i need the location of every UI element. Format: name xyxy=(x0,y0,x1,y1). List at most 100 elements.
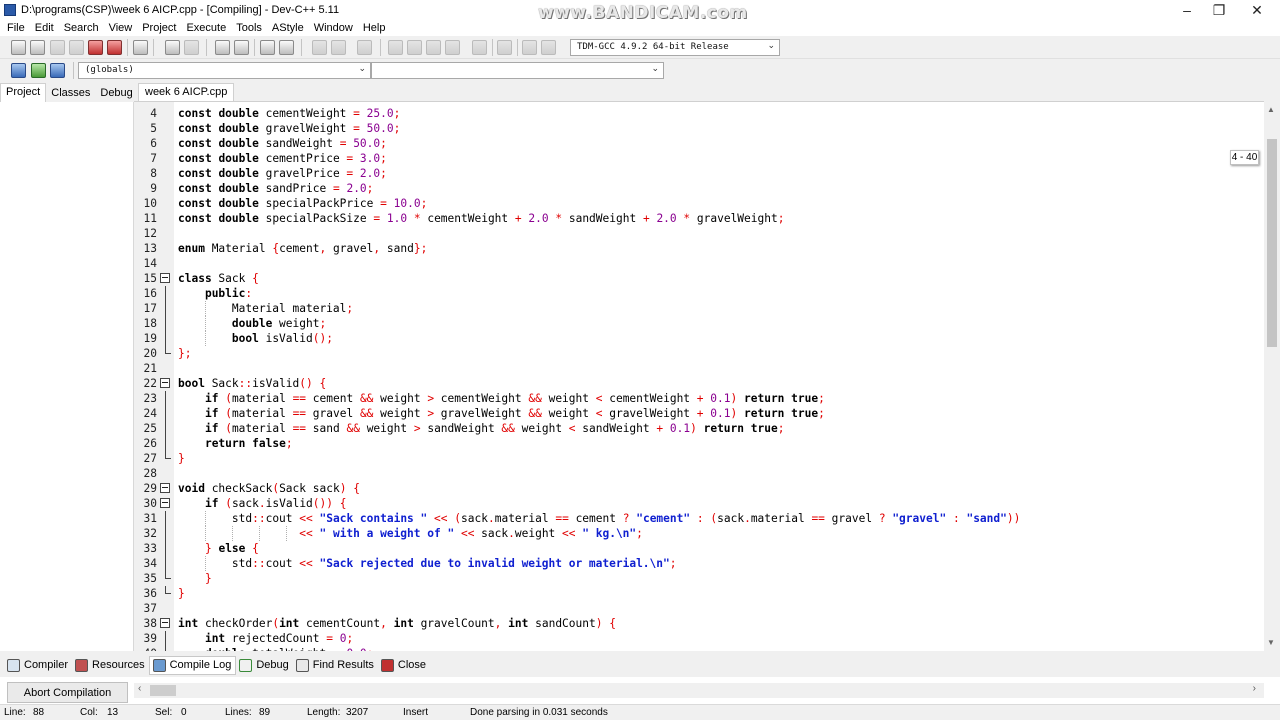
scroll-down-icon[interactable]: ▼ xyxy=(1267,638,1275,647)
menu-execute[interactable]: Execute xyxy=(181,22,231,34)
scroll-right-icon[interactable]: › xyxy=(1253,683,1256,694)
code-line[interactable]: 35 } xyxy=(134,571,1264,586)
tab-compiler[interactable]: Compiler xyxy=(4,656,72,675)
tab-debug[interactable]: Debug xyxy=(95,85,137,102)
code-line[interactable]: 12 xyxy=(134,226,1264,241)
code-line[interactable]: 34 std::cout << "Sack rejected due to in… xyxy=(134,556,1264,571)
open-file-icon[interactable] xyxy=(30,40,45,55)
code-line[interactable]: 14 xyxy=(134,256,1264,271)
code-line[interactable]: 17 Material material; xyxy=(134,301,1264,316)
code-line[interactable]: 5 const double gravelWeight = 50.0; xyxy=(134,121,1264,136)
code-line[interactable]: 33 } else { xyxy=(134,541,1264,556)
syntax-check-icon[interactable] xyxy=(472,40,487,55)
fold-toggle-icon[interactable] xyxy=(160,483,170,493)
tab-close[interactable]: Close xyxy=(378,656,430,675)
compile-run-icon[interactable] xyxy=(426,40,441,55)
menu-help[interactable]: Help xyxy=(358,22,391,34)
tab-debug-bottom[interactable]: Debug xyxy=(236,656,292,675)
debug-icon[interactable] xyxy=(522,40,537,55)
insert-icon[interactable] xyxy=(11,63,26,78)
code-line[interactable]: 31 std::cout << "Sack contains " << (sac… xyxy=(134,511,1264,526)
close-all-icon[interactable] xyxy=(107,40,122,55)
code-line[interactable]: 25 if (material == sand && weight > sand… xyxy=(134,421,1264,436)
horizontal-scroll-thumb[interactable] xyxy=(150,685,176,696)
code-line[interactable]: 20}; xyxy=(134,346,1264,361)
code-line[interactable]: 21 xyxy=(134,361,1264,376)
toggle-bookmark-icon[interactable] xyxy=(279,40,294,55)
code-line[interactable]: 11 const double specialPackSize = 1.0 * c… xyxy=(134,211,1264,226)
vertical-scroll-thumb[interactable] xyxy=(1267,139,1277,347)
code-line[interactable]: 22 bool Sack::isValid() { xyxy=(134,376,1264,391)
replace-icon[interactable] xyxy=(234,40,249,55)
code-line[interactable]: 24 if (material == gravel && weight > gr… xyxy=(134,406,1264,421)
code-line[interactable]: 30 if (sack.isValid()) { xyxy=(134,496,1264,511)
scroll-up-icon[interactable]: ▲ xyxy=(1267,105,1275,114)
add-to-project-icon[interactable] xyxy=(331,40,346,55)
code-line[interactable]: 32 << " with a weight of " << sack.weigh… xyxy=(134,526,1264,541)
menu-file[interactable]: File xyxy=(2,22,30,34)
fold-toggle-icon[interactable] xyxy=(160,498,170,508)
fold-toggle-icon[interactable] xyxy=(160,618,170,628)
goto-line-icon[interactable] xyxy=(260,40,275,55)
tab-resources[interactable]: Resources xyxy=(72,656,149,675)
tab-classes[interactable]: Classes xyxy=(46,85,95,102)
print-icon[interactable] xyxy=(133,40,148,55)
code-line[interactable]: 16 public: xyxy=(134,286,1264,301)
code-line[interactable]: 28 xyxy=(134,466,1264,481)
code-line[interactable]: 39 int rejectedCount = 0; xyxy=(134,631,1264,646)
code-line[interactable]: 26 return false; xyxy=(134,436,1264,451)
compiler-select[interactable]: TDM-GCC 4.9.2 64-bit Release ⌄ xyxy=(570,39,780,56)
code-line[interactable]: 23 if (material == cement && weight > ce… xyxy=(134,391,1264,406)
code-line[interactable]: 6 const double sandWeight = 50.0; xyxy=(134,136,1264,151)
find-icon[interactable] xyxy=(215,40,230,55)
profile-icon[interactable] xyxy=(541,40,556,55)
save-all-icon[interactable] xyxy=(69,40,84,55)
code-line[interactable]: 27} xyxy=(134,451,1264,466)
code-line[interactable]: 9 const double sandPrice = 2.0; xyxy=(134,181,1264,196)
tab-find-results[interactable]: Find Results xyxy=(293,656,378,675)
code-line[interactable]: 10 const double specialPackPrice = 10.0; xyxy=(134,196,1264,211)
code-line[interactable]: 40 double totalWeight = 0.0; xyxy=(134,646,1264,651)
code-line[interactable]: 19 bool isValid(); xyxy=(134,331,1264,346)
compile-icon[interactable] xyxy=(388,40,403,55)
close-file-icon[interactable] xyxy=(88,40,103,55)
tab-compile-log[interactable]: Compile Log xyxy=(148,655,237,675)
code-line[interactable]: 13 enum Material {cement, gravel, sand}; xyxy=(134,241,1264,256)
code-editor[interactable]: 4 const double cementWeight = 25.0; 5 const… xyxy=(134,101,1264,651)
code-line[interactable]: 8 const double gravelPrice = 2.0; xyxy=(134,166,1264,181)
bookmark-icon[interactable] xyxy=(50,63,65,78)
code-line[interactable]: 29 void checkSack(Sack sack) { xyxy=(134,481,1264,496)
goto-icon[interactable] xyxy=(31,63,46,78)
code-line[interactable]: 38 int checkOrder(int cementCount, int gr… xyxy=(134,616,1264,631)
vertical-scrollbar[interactable]: ▲ ▼ xyxy=(1264,101,1280,651)
undo-icon[interactable] xyxy=(165,40,180,55)
fold-toggle-icon[interactable] xyxy=(160,378,170,388)
code-line[interactable]: 4 const double cementWeight = 25.0; xyxy=(134,106,1264,121)
scope-select[interactable]: (globals) ⌄ xyxy=(78,62,371,79)
fold-toggle-icon[interactable] xyxy=(160,273,170,283)
scroll-left-icon[interactable]: ‹ xyxy=(138,683,141,694)
save-icon[interactable] xyxy=(50,40,65,55)
new-file-icon[interactable] xyxy=(11,40,26,55)
function-select[interactable]: ⌄ xyxy=(371,62,664,79)
menu-search[interactable]: Search xyxy=(59,22,104,34)
code-line[interactable]: 37 xyxy=(134,601,1264,616)
tab-project[interactable]: Project xyxy=(0,83,47,102)
stop-execution-icon[interactable] xyxy=(497,40,512,55)
project-options-icon[interactable] xyxy=(357,40,372,55)
editor-file-tab[interactable]: week 6 AICP.cpp xyxy=(138,83,235,101)
code-line[interactable]: 36} xyxy=(134,586,1264,601)
code-line[interactable]: 15 class Sack { xyxy=(134,271,1264,286)
menu-window[interactable]: Window xyxy=(309,22,358,34)
redo-icon[interactable] xyxy=(184,40,199,55)
menu-view[interactable]: View xyxy=(104,22,138,34)
code-line[interactable]: 7 const double cementPrice = 3.0; xyxy=(134,151,1264,166)
horizontal-scrollbar[interactable]: ‹ › xyxy=(134,683,1264,698)
new-project-icon[interactable] xyxy=(312,40,327,55)
menu-tools[interactable]: Tools xyxy=(231,22,267,34)
abort-compilation-button[interactable]: Abort Compilation xyxy=(7,682,128,703)
close-window-button[interactable]: ✕ xyxy=(1234,0,1280,20)
menu-edit[interactable]: Edit xyxy=(30,22,59,34)
menu-project[interactable]: Project xyxy=(137,22,181,34)
rebuild-all-icon[interactable] xyxy=(445,40,460,55)
